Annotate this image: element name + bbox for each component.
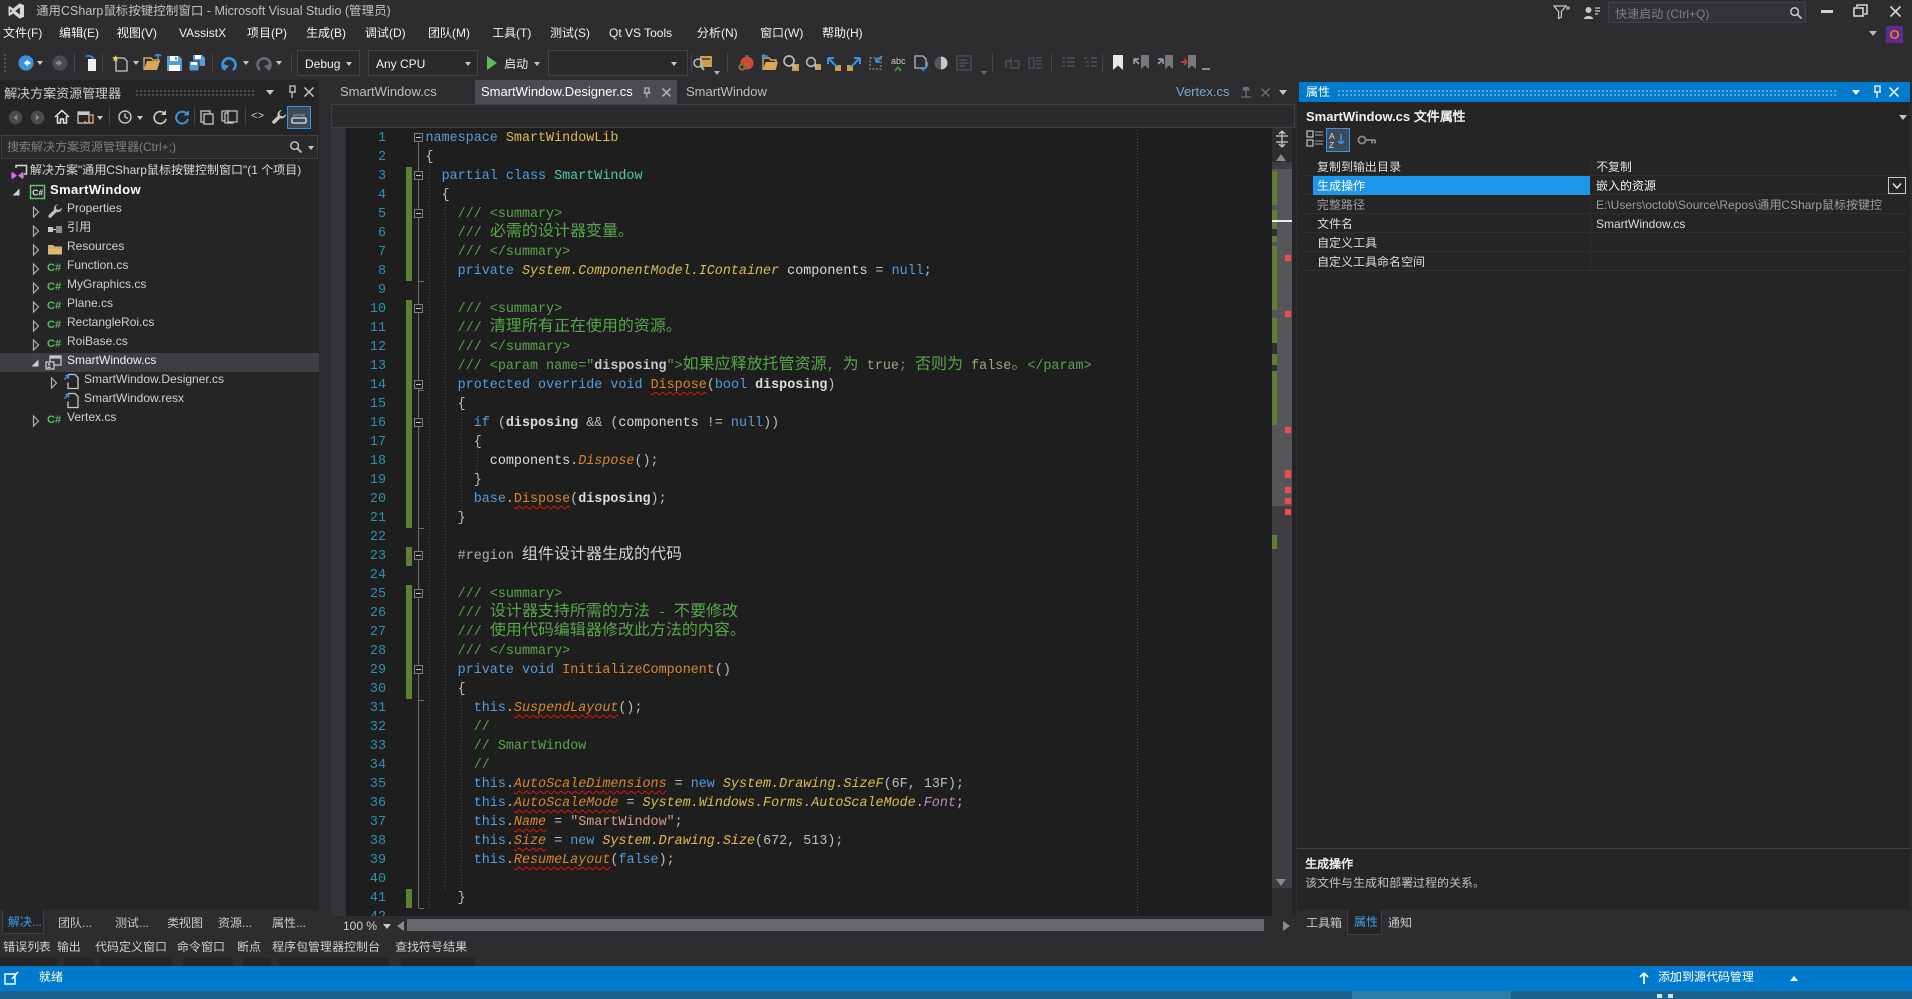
svg-text:C#: C# [32, 188, 43, 198]
svg-text:abc: abc [891, 56, 906, 66]
svg-text:Z: Z [1329, 140, 1334, 149]
